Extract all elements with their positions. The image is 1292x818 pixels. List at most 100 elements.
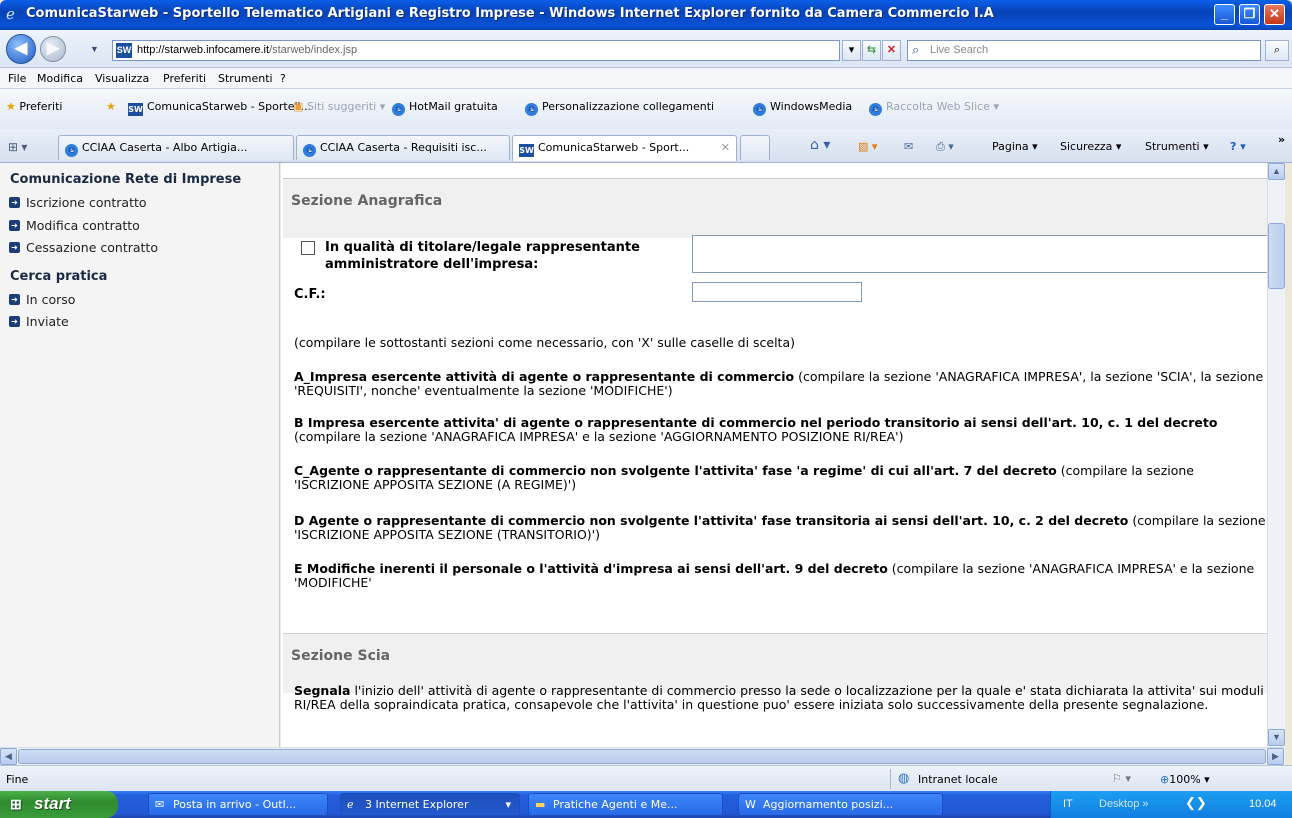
stop-button[interactable]: ✕ bbox=[882, 40, 901, 61]
fav-personalizzazione[interactable]: e Personalizzazione collegamenti bbox=[525, 100, 714, 116]
fav-hotmail[interactable]: e HotMail gratuita bbox=[392, 100, 498, 116]
history-dropdown-icon[interactable]: ▼ bbox=[90, 44, 99, 54]
option-c: C_Agente o rappresentante di commercio n… bbox=[294, 463, 1195, 492]
tab-requisiti[interactable]: e CCIAA Caserta - Requisiti isc... bbox=[296, 135, 510, 160]
ie-page-icon: e bbox=[753, 103, 766, 116]
option-e: E Modifiche inerenti il personale o l'at… bbox=[294, 561, 1255, 590]
ie-page-icon: e bbox=[869, 103, 882, 116]
titolare-label-1: In qualità di titolare/legale rappresent… bbox=[325, 240, 640, 255]
tab-albo-artigiani[interactable]: e CCIAA Caserta - Albo Artigia... bbox=[58, 135, 294, 160]
word-icon: W bbox=[745, 798, 756, 811]
new-tab-button[interactable] bbox=[740, 135, 770, 160]
scroll-thumb[interactable] bbox=[1268, 223, 1285, 289]
scroll-up-button[interactable]: ▲ bbox=[1268, 163, 1285, 180]
minimize-button[interactable]: _ bbox=[1214, 4, 1235, 25]
titolare-label-2: amministratore dell'impresa: bbox=[325, 257, 539, 272]
sidebar-item-iscrizione[interactable]: ➜ Iscrizione contratto bbox=[9, 195, 147, 210]
titolare-checkbox[interactable] bbox=[301, 241, 315, 255]
tab-comunicastarweb[interactable]: SW ComunicaStarweb - Sport... ✕ bbox=[512, 135, 737, 161]
ie-page-icon: e bbox=[65, 144, 78, 157]
horizontal-scrollbar[interactable]: ◀ ▶ bbox=[0, 747, 1285, 765]
window-title: ComunicaStarweb - Sportello Telematico A… bbox=[26, 6, 994, 21]
language-indicator[interactable]: IT bbox=[1063, 798, 1073, 810]
menu-file[interactable]: File bbox=[8, 72, 26, 85]
vertical-scrollbar[interactable]: ▲ ▼ bbox=[1267, 163, 1285, 747]
desktop-toolbar[interactable]: Desktop » bbox=[1099, 798, 1149, 810]
task-internet-explorer[interactable]: ℯ3 Internet Explorer ▾ bbox=[340, 793, 520, 816]
fav-windowsmedia[interactable]: e WindowsMedia bbox=[753, 100, 852, 116]
safety-menu[interactable]: Sicurezza ▾ bbox=[1060, 140, 1121, 153]
scroll-right-button[interactable]: ▶ bbox=[1267, 748, 1284, 765]
back-button[interactable]: ◀ bbox=[6, 34, 36, 64]
sidebar-item-in-corso[interactable]: ➜ In corso bbox=[9, 292, 75, 307]
tab-bar: ⊞ ▾ e CCIAA Caserta - Albo Artigia... e CC… bbox=[0, 129, 1292, 163]
help-icon[interactable]: ? ▾ bbox=[1230, 140, 1246, 153]
ie-logo-icon: ℯ bbox=[6, 6, 15, 23]
sidebar: Comunicazione Rete di Imprese ➜ Iscrizion… bbox=[0, 163, 280, 747]
security-zone[interactable]: Intranet locale bbox=[918, 773, 998, 786]
menu-modifica[interactable]: Modifica bbox=[37, 72, 83, 85]
refresh-button[interactable]: ⇆ bbox=[862, 40, 881, 61]
taskbar: ⊞ start ✉ Posta in arrivo - Outl... ℯ3 In… bbox=[0, 791, 1292, 818]
page-menu[interactable]: Pagina ▾ bbox=[992, 140, 1038, 153]
arrow-bullet-icon: ➜ bbox=[9, 316, 20, 327]
protected-mode-icon[interactable]: ⚐ ▾ bbox=[1112, 772, 1131, 785]
maximize-button[interactable]: ❐ bbox=[1239, 4, 1260, 25]
menu-help[interactable]: ? bbox=[280, 72, 286, 85]
sidebar-section-cerca: Cerca pratica bbox=[10, 269, 108, 284]
menu-visualizza[interactable]: Visualizza bbox=[95, 72, 149, 85]
cf-input[interactable] bbox=[692, 282, 862, 302]
ie-logo-icon: ℯ bbox=[347, 798, 354, 811]
network-icon[interactable]: ❮❯ bbox=[1185, 795, 1207, 811]
zoom-level[interactable]: ⊕100% ▾ bbox=[1160, 773, 1210, 786]
option-a: A_Impresa esercente attività di agente o… bbox=[294, 369, 1264, 398]
windows-logo-icon: ⊞ bbox=[10, 796, 22, 812]
zoom-icon: ⊕ bbox=[1160, 773, 1170, 786]
horizontal-scroll-thumb[interactable] bbox=[18, 749, 1266, 764]
status-text: Fine bbox=[6, 773, 29, 786]
window-titlebar[interactable]: ℯ ComunicaStarweb - Sportello Telematico… bbox=[0, 0, 1292, 30]
forward-button[interactable]: ▶ bbox=[40, 36, 66, 62]
start-button[interactable]: ⊞ start bbox=[0, 791, 118, 818]
cf-label: C.F.: bbox=[294, 287, 326, 302]
add-favorite-icon[interactable]: ★ bbox=[106, 100, 116, 113]
compile-hint: (compilare le sottostanti sezioni come n… bbox=[294, 335, 795, 350]
menu-preferiti[interactable]: Preferiti bbox=[163, 72, 206, 85]
titolare-input[interactable] bbox=[692, 235, 1267, 273]
status-bar: Fine ◍ Intranet locale ⚐ ▾ ⊕100% ▾ bbox=[0, 765, 1292, 791]
starweb-icon: SW bbox=[128, 103, 143, 116]
tools-menu[interactable]: Strumenti ▾ bbox=[1145, 140, 1209, 153]
search-go-button[interactable]: ⌕ bbox=[1265, 40, 1289, 61]
task-word-doc[interactable]: W Aggiornamento posizi... bbox=[738, 793, 943, 816]
option-b: B Impresa esercente attivita' di agente … bbox=[294, 415, 1218, 444]
fav-siti-suggeriti[interactable]: ▣ Siti suggeriti ▾ bbox=[293, 100, 385, 113]
quick-tabs-icon[interactable]: ⊞ ▾ bbox=[8, 140, 27, 154]
mail-icon[interactable]: ✉ bbox=[904, 140, 913, 153]
menu-strumenti[interactable]: Strumenti bbox=[218, 72, 273, 85]
print-icon[interactable]: ⎙ ▾ bbox=[936, 140, 954, 154]
search-input[interactable]: ⌕ Live Search bbox=[907, 40, 1261, 61]
fav-web-slice[interactable]: e Raccolta Web Slice ▾ bbox=[869, 100, 999, 116]
home-icon[interactable]: ⌂ ▾ bbox=[810, 137, 830, 153]
sidebar-item-inviate[interactable]: ➜ Inviate bbox=[9, 314, 69, 329]
close-tab-icon[interactable]: ✕ bbox=[721, 136, 730, 159]
starweb-icon: SW bbox=[519, 144, 534, 157]
task-pratiche-folder[interactable]: ▬ Pratiche Agenti e Me... bbox=[528, 793, 723, 816]
close-window-button[interactable]: ✕ bbox=[1264, 4, 1285, 25]
sidebar-item-modifica[interactable]: ➜ Modifica contratto bbox=[9, 218, 140, 233]
feeds-icon[interactable]: ▧ ▾ bbox=[858, 140, 877, 153]
segnala-text: Segnala l'inizio dell' attività di agent… bbox=[294, 683, 1264, 712]
address-dropdown-button[interactable]: ▾ bbox=[842, 40, 861, 61]
scroll-down-button[interactable]: ▼ bbox=[1268, 729, 1285, 746]
sidebar-item-cessazione[interactable]: ➜ Cessazione contratto bbox=[9, 240, 158, 255]
favorites-button[interactable]: ★ Preferiti bbox=[6, 100, 62, 113]
option-d: D Agente o rappresentante di commercio n… bbox=[294, 513, 1266, 542]
scroll-left-button[interactable]: ◀ bbox=[0, 748, 17, 765]
folder-icon: ▬ bbox=[535, 798, 546, 811]
clock[interactable]: 10.04 bbox=[1249, 798, 1277, 810]
fav-comunicastarweb[interactable]: SW ComunicaStarweb - Sportell... bbox=[128, 100, 311, 116]
toolbar-overflow-icon[interactable]: » bbox=[1278, 133, 1285, 146]
address-bar[interactable]: SW http://starweb.infocamere.it/starweb/… bbox=[112, 40, 840, 61]
menu-bar: File Modifica Visualizza Preferiti Strum… bbox=[0, 68, 1292, 89]
task-outlook[interactable]: ✉ Posta in arrivo - Outl... bbox=[148, 793, 328, 816]
